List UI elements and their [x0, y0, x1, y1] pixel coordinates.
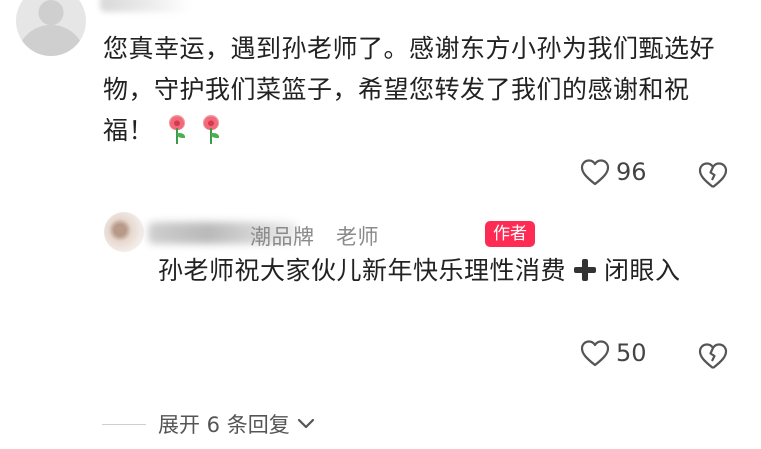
reply-text-part1: 孙老师祝大家伙儿新年快乐理性消费 — [158, 256, 567, 285]
chevron-down-icon — [297, 418, 314, 429]
plus-icon — [574, 259, 597, 281]
rose-icon — [200, 115, 222, 145]
author-badge: 作者 — [485, 221, 535, 247]
comment-like-button[interactable]: 96 — [580, 158, 647, 186]
expand-replies-label: 展开 6 条回复 — [158, 413, 290, 437]
reply-author-avatar[interactable] — [104, 212, 144, 252]
rose-icon — [166, 115, 188, 145]
reply-author-name[interactable]: 潮品牌 老师 — [250, 221, 379, 251]
reply-like-count: 50 — [616, 339, 647, 367]
comment-text: 您真幸运，遇到孙老师了。感谢东方小孙为我们甄选好物，守护我们菜篮子，希望您转发了… — [103, 34, 716, 145]
comment-body: 您真幸运，遇到孙老师了。感谢东方小孙为我们甄选好物，守护我们菜篮子，希望您转发了… — [103, 28, 733, 151]
commenter-avatar[interactable] — [16, 0, 86, 56]
reply-author-name-tail: 老师 — [336, 225, 379, 249]
heart-icon — [580, 159, 610, 186]
reply-like-button[interactable]: 50 — [580, 339, 647, 367]
reply-body: 孙老师祝大家伙儿新年快乐理性消费 闭眼入 — [158, 252, 738, 290]
reply-text-part2: 闭眼入 — [604, 256, 681, 285]
expand-replies-button[interactable]: 展开 6 条回复 — [158, 409, 316, 439]
reply-author-name-visible: 潮品牌 — [250, 225, 315, 249]
comment-like-count: 96 — [616, 158, 647, 186]
heart-icon — [580, 340, 610, 367]
divider — [102, 424, 146, 425]
broken-heart-icon[interactable] — [697, 341, 729, 371]
broken-heart-icon[interactable] — [697, 160, 729, 190]
commenter-name-redacted[interactable] — [100, 0, 190, 12]
